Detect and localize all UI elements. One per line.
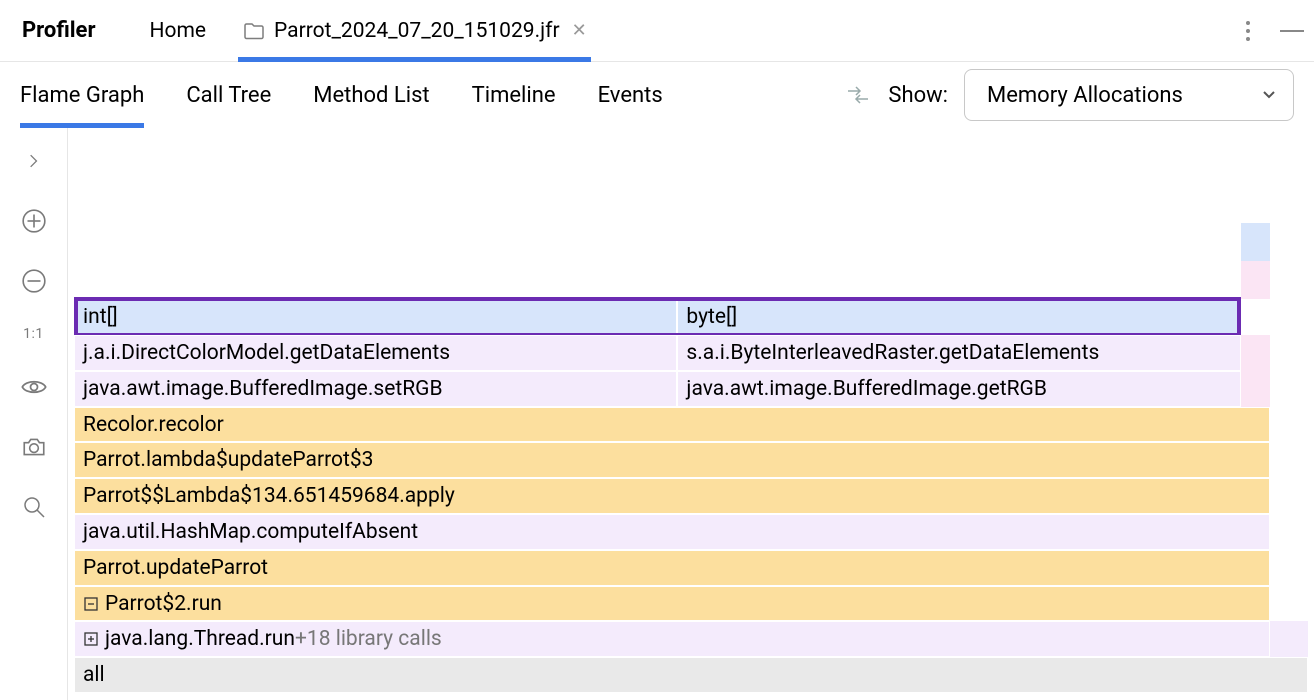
flame-row: Parrot.lambda$updateParrot$3 xyxy=(74,442,1308,478)
camera-icon[interactable] xyxy=(19,432,49,462)
flame-frame[interactable]: Parrot.lambda$updateParrot$3 xyxy=(74,442,1270,478)
profiler-title: Profiler xyxy=(22,18,96,43)
select-value: Memory Allocations xyxy=(987,83,1183,108)
frame-label: byte[] xyxy=(686,305,737,329)
frame-label: Parrot.lambda$updateParrot$3 xyxy=(83,448,373,472)
flame-frame[interactable]: java.util.HashMap.computeIfAbsent xyxy=(74,514,1270,550)
tab-home[interactable]: Home xyxy=(146,0,211,62)
flame-row: java.util.HashMap.computeIfAbsent xyxy=(74,514,1308,550)
tab-bar: Home Parrot_2024_07_20_151029.jfr ✕ xyxy=(146,0,591,62)
flame-row: all xyxy=(74,657,1308,693)
chevron-right-icon[interactable] xyxy=(19,146,49,176)
flame-frame-int-array[interactable]: int[] xyxy=(74,299,677,335)
flame-frame[interactable]: Parrot$$Lambda$134.651459684.apply xyxy=(74,478,1270,514)
flame-frame[interactable]: java.lang.Thread.run +18 library calls xyxy=(74,621,1270,657)
profiler-view-bar: Flame Graph Call Tree Method List Timeli… xyxy=(0,62,1314,128)
frame-label: Parrot.updateParrot xyxy=(83,556,268,580)
tab-method-list[interactable]: Method List xyxy=(313,62,429,128)
left-gutter: 1:1 xyxy=(0,128,68,700)
flame-frame[interactable]: java.awt.image.BufferedImage.setRGB xyxy=(74,371,677,407)
flame-row: Parrot.updateParrot xyxy=(74,550,1308,586)
frame-suffix: +18 library calls xyxy=(295,627,442,651)
frame-label: j.a.i.DirectColorModel.getDataElements xyxy=(83,341,450,365)
frame-label: java.awt.image.BufferedImage.setRGB xyxy=(83,377,443,401)
flame-frame[interactable] xyxy=(1241,261,1269,299)
tab-call-tree[interactable]: Call Tree xyxy=(186,62,271,128)
frame-label: s.a.i.ByteInterleavedRaster.getDataEleme… xyxy=(686,341,1099,365)
frame-label: Parrot$$Lambda$134.651459684.apply xyxy=(83,484,455,508)
secondbar-right: Show: Memory Allocations xyxy=(844,69,1294,121)
flame-row: int[] byte[] xyxy=(74,299,1308,335)
flame-frame-root[interactable]: all xyxy=(74,657,1308,693)
flame-row: java.lang.Thread.run +18 library calls xyxy=(74,621,1308,657)
swap-icon[interactable] xyxy=(844,81,872,109)
flame-frame[interactable]: j.a.i.DirectColorModel.getDataElements xyxy=(74,335,677,371)
flame-frame[interactable] xyxy=(1241,371,1269,407)
expand-icon[interactable] xyxy=(83,631,99,647)
show-label: Show: xyxy=(888,83,948,108)
flame-frame[interactable]: Parrot.updateParrot xyxy=(74,550,1270,586)
folder-icon xyxy=(242,19,266,43)
frame-label: all xyxy=(83,663,105,687)
flame-frame[interactable] xyxy=(1241,335,1269,371)
collapse-icon[interactable] xyxy=(83,596,99,612)
tab-label: Home xyxy=(150,19,207,43)
flame-frame[interactable]: s.a.i.ByteInterleavedRaster.getDataEleme… xyxy=(677,335,1241,371)
tab-events[interactable]: Events xyxy=(598,62,663,128)
main-area: 1:1 int[] byte[] xyxy=(0,128,1314,700)
flame-frame-byte-array[interactable]: byte[] xyxy=(677,299,1241,335)
flame-row: Recolor.recolor xyxy=(74,407,1308,443)
flame-frame[interactable]: Recolor.recolor xyxy=(74,407,1270,443)
frame-label: java.awt.image.BufferedImage.getRGB xyxy=(686,377,1047,401)
frame-label: java.lang.Thread.run xyxy=(105,627,295,651)
flame-frame[interactable] xyxy=(1241,223,1269,261)
frame-label: java.util.HashMap.computeIfAbsent xyxy=(83,520,418,544)
close-icon[interactable]: ✕ xyxy=(572,20,587,41)
tab-file[interactable]: Parrot_2024_07_20_151029.jfr ✕ xyxy=(238,0,591,62)
zoom-out-icon[interactable] xyxy=(19,266,49,296)
tab-flame-graph[interactable]: Flame Graph xyxy=(20,62,144,128)
minimize-icon[interactable] xyxy=(1280,30,1304,32)
flame-frame[interactable] xyxy=(1270,621,1289,657)
frame-label: Parrot$2.run xyxy=(105,592,222,616)
more-icon[interactable] xyxy=(1236,19,1260,43)
zoom-in-icon[interactable] xyxy=(19,206,49,236)
frame-label: int[] xyxy=(83,305,118,329)
flame-row: java.awt.image.BufferedImage.setRGB java… xyxy=(74,371,1308,407)
top-tab-bar: Profiler Home Parrot_2024_07_20_151029.j… xyxy=(0,0,1314,62)
flame-frame[interactable] xyxy=(1289,621,1308,657)
tab-label: Parrot_2024_07_20_151029.jfr xyxy=(274,19,560,43)
tab-timeline[interactable]: Timeline xyxy=(472,62,556,128)
flame-graph: int[] byte[] j.a.i.DirectColorModel.getD… xyxy=(68,128,1314,700)
search-icon[interactable] xyxy=(19,492,49,522)
show-select[interactable]: Memory Allocations xyxy=(964,69,1294,121)
flame-frame[interactable]: Parrot$2.run xyxy=(74,586,1270,622)
eye-icon[interactable] xyxy=(19,372,49,402)
flame-row: Parrot$2.run xyxy=(74,586,1308,622)
frame-label: Recolor.recolor xyxy=(83,413,224,437)
reset-zoom-label[interactable]: 1:1 xyxy=(23,326,44,342)
flame-frame[interactable]: java.awt.image.BufferedImage.getRGB xyxy=(677,371,1241,407)
flame-row: j.a.i.DirectColorModel.getDataElements s… xyxy=(74,335,1308,371)
flame-row: Parrot$$Lambda$134.651459684.apply xyxy=(74,478,1308,514)
topbar-right xyxy=(1236,19,1304,43)
chevron-down-icon xyxy=(1261,83,1277,108)
